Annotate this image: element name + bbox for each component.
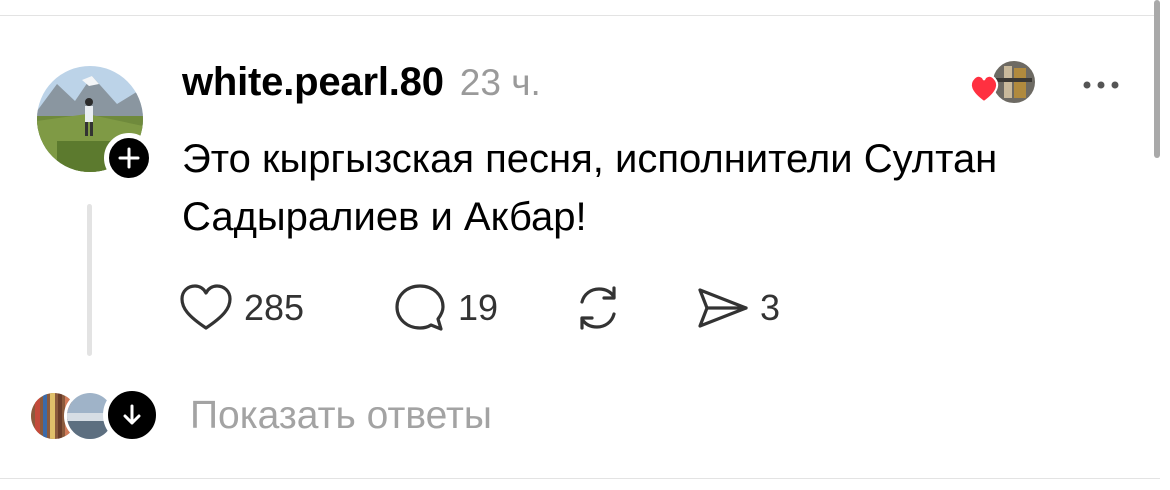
liked-by-author	[966, 58, 1042, 110]
plus-icon	[118, 147, 140, 169]
paper-plane-icon	[698, 288, 748, 328]
reply-button[interactable]: 19	[392, 280, 498, 336]
repost-icon	[580, 286, 616, 330]
share-count: 3	[760, 287, 781, 328]
ellipsis-icon	[1083, 81, 1119, 89]
repost-button[interactable]	[570, 280, 626, 336]
bottom-divider	[0, 478, 1160, 479]
expand-replies-button[interactable]	[103, 386, 161, 444]
share-button[interactable]: 3	[694, 280, 780, 336]
username[interactable]: white.pearl.80	[182, 60, 444, 105]
top-divider	[0, 15, 1160, 16]
scrollbar[interactable]	[1154, 0, 1160, 158]
timestamp: 23 ч.	[459, 62, 541, 103]
show-replies-link[interactable]: Показать ответы	[190, 394, 492, 438]
like-count: 285	[244, 287, 305, 328]
heart-icon	[969, 74, 999, 104]
thread-line	[87, 204, 92, 356]
comment-text: Это кыргызская песня, исполнители Султан…	[182, 137, 998, 239]
arrow-down-icon	[123, 404, 141, 425]
like-button[interactable]: 285	[178, 280, 304, 336]
heart-icon	[180, 284, 232, 330]
reply-count: 19	[458, 287, 499, 328]
speech-bubble-icon	[395, 284, 445, 331]
follow-button[interactable]	[104, 133, 154, 183]
more-options-button[interactable]	[1080, 70, 1122, 100]
comment-header: white.pearl.80 23 ч.	[182, 60, 541, 116]
replies-row[interactable]: Показать ответы	[28, 386, 628, 444]
